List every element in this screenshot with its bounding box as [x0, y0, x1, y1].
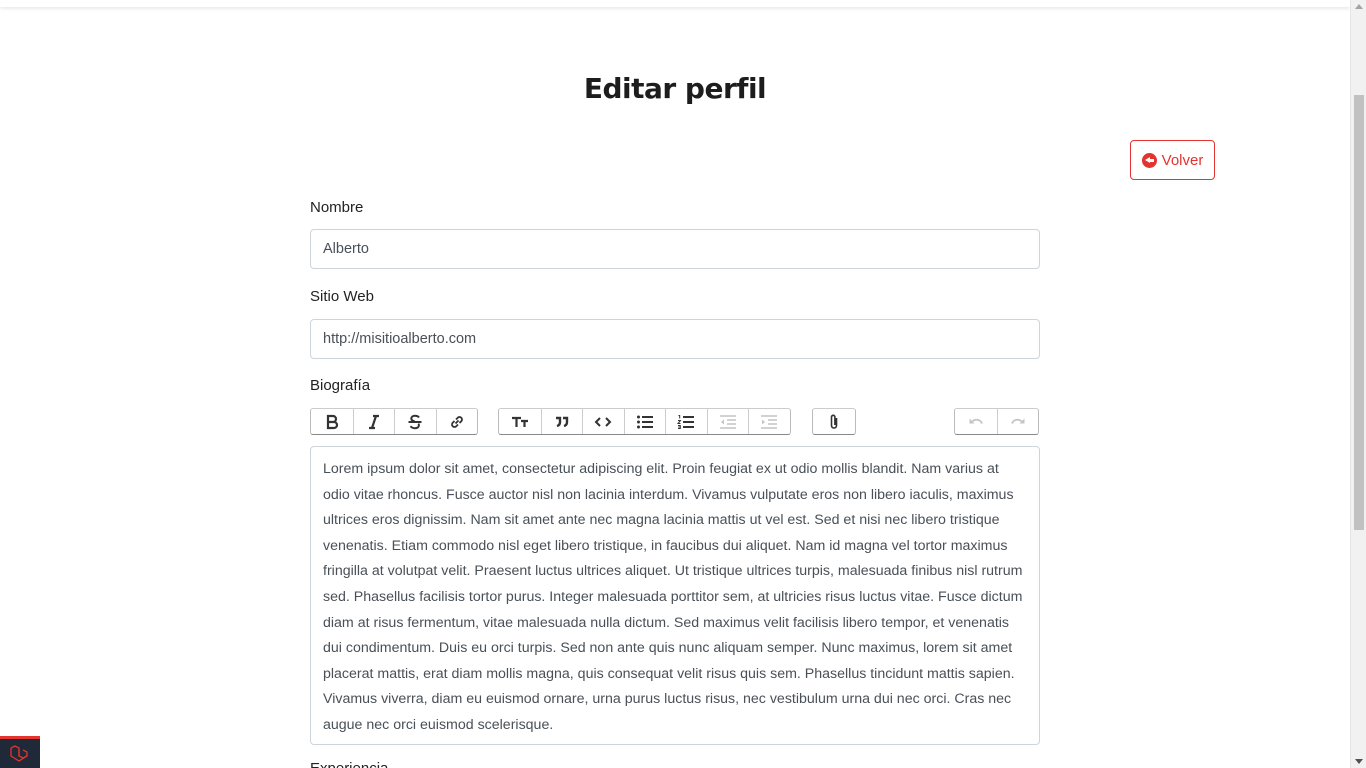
editor-toolbar — [310, 408, 1040, 435]
code-icon[interactable] — [582, 409, 624, 434]
arrow-circle-left-icon — [1141, 152, 1157, 168]
top-navbar — [0, 0, 1350, 7]
page-title: Editar perfil — [583, 72, 767, 105]
numbered-list-icon[interactable] — [665, 409, 707, 434]
decrease-indent-icon[interactable] — [706, 409, 749, 434]
back-button-label: Volver — [1161, 151, 1204, 169]
redo-icon[interactable] — [996, 409, 1039, 434]
bold-icon[interactable] — [311, 409, 353, 434]
experience-label: Experiencia — [310, 760, 388, 768]
back-button[interactable]: Volver — [1130, 140, 1215, 180]
scrollbar-thumb[interactable] — [1354, 95, 1364, 530]
website-label: Sitio Web — [310, 288, 374, 305]
file-tools-group — [812, 408, 856, 435]
link-icon[interactable] — [435, 409, 478, 434]
bio-editor[interactable]: Lorem ipsum dolor sit amet, consectetur … — [310, 446, 1040, 745]
heading-icon[interactable] — [499, 409, 541, 434]
increase-indent-icon[interactable] — [748, 409, 790, 434]
undo-icon[interactable] — [955, 409, 997, 434]
bullet-list-icon[interactable] — [623, 409, 666, 434]
bio-label: Biografía — [310, 377, 371, 394]
history-tools-group — [954, 408, 1039, 435]
scroll-down-arrow-icon[interactable] — [1355, 759, 1363, 764]
text-tools-group — [310, 408, 478, 435]
italic-icon[interactable] — [352, 409, 395, 434]
laravel-debugbar-logo-icon[interactable] — [0, 736, 40, 768]
website-input[interactable]: http://misitioalberto.com — [310, 319, 1040, 359]
strikethrough-icon[interactable] — [394, 409, 436, 434]
page-scrollbar[interactable] — [1350, 0, 1366, 768]
attach-file-icon[interactable] — [813, 409, 855, 434]
scroll-up-arrow-icon[interactable] — [1355, 4, 1363, 9]
name-label: Nombre — [310, 199, 364, 216]
block-tools-group — [498, 408, 791, 435]
name-input[interactable]: Alberto — [310, 229, 1040, 269]
quote-icon[interactable] — [540, 409, 583, 434]
